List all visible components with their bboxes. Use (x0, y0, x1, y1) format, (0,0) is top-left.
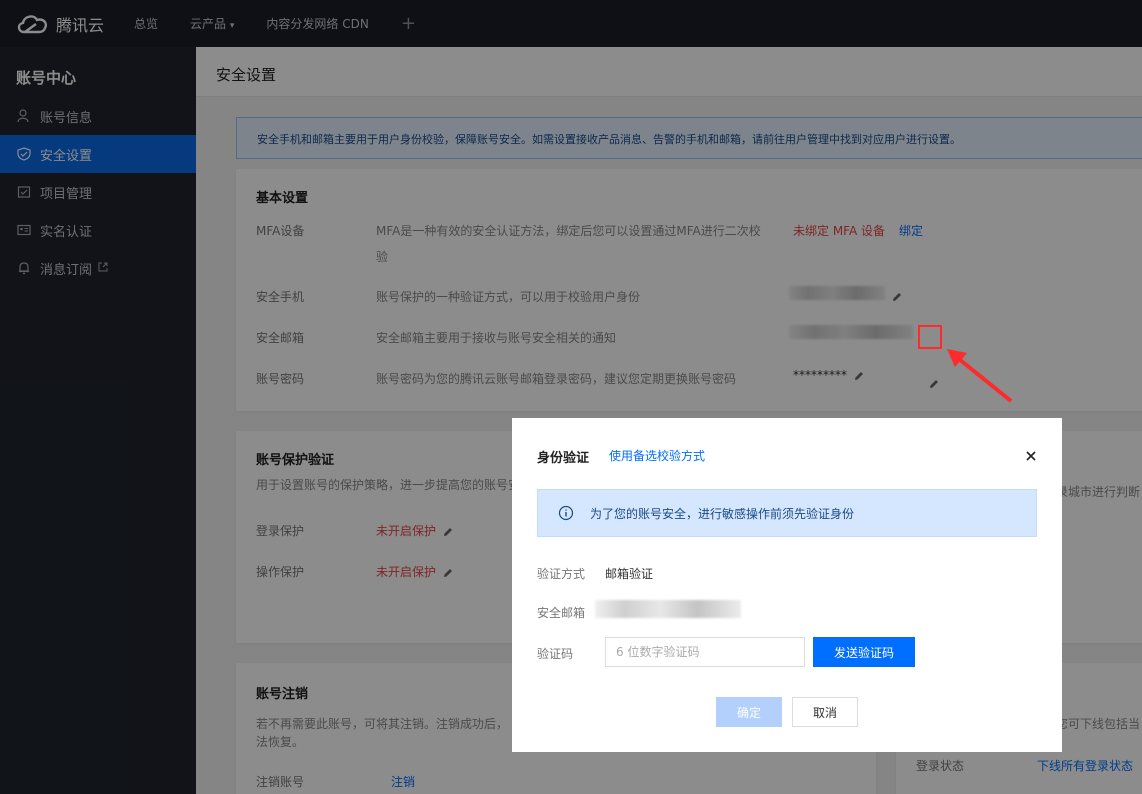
alt-verify-link[interactable]: 使用备选校验方式 (609, 447, 705, 464)
info-icon (558, 505, 574, 521)
verify-email-value (595, 600, 741, 621)
verify-tip: 为了您的账号安全，进行敏感操作前须先验证身份 (537, 489, 1037, 537)
verify-method-label: 验证方式 (537, 567, 586, 581)
send-code-button[interactable]: 发送验证码 (813, 637, 915, 667)
confirm-button[interactable]: 确定 (716, 697, 782, 727)
verify-tip-text: 为了您的账号安全，进行敏感操作前须先验证身份 (590, 506, 855, 521)
annotation-highlight (918, 325, 942, 349)
code-input[interactable] (605, 637, 805, 667)
code-label: 验证码 (537, 647, 574, 661)
masked-verify-email (595, 600, 741, 618)
dialog-title: 身份验证 (537, 451, 590, 466)
identity-verify-dialog: 身份验证 使用备选校验方式 为了您的账号安全，进行敏感操作前须先验证身份 验证方… (512, 418, 1062, 752)
verify-method-value: 邮箱验证 (605, 567, 654, 581)
verify-email-label: 安全邮箱 (537, 606, 586, 620)
close-icon[interactable] (1024, 449, 1038, 463)
cancel-button[interactable]: 取消 (792, 697, 858, 727)
annotation-arrow-icon (947, 349, 1013, 403)
